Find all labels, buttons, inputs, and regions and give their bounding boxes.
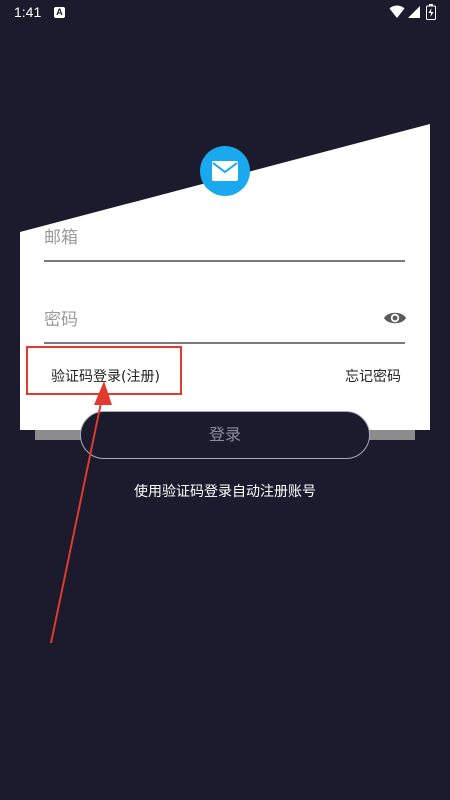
annotation-arrow bbox=[50, 381, 112, 643]
